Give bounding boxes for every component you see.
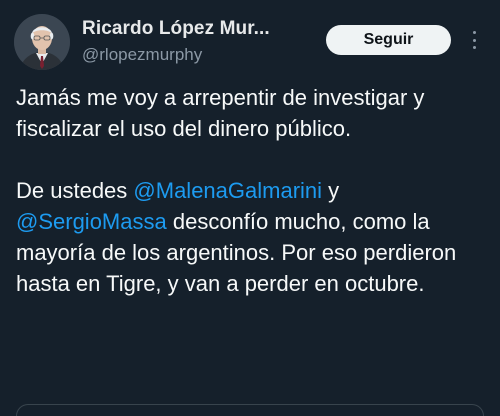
more-icon-dot (472, 46, 476, 49)
tweet-paragraph-2: De ustedes @MalenaGalmarini y @SergioMas… (16, 175, 486, 299)
author-display-name[interactable]: Ricardo López Mur... (82, 18, 270, 40)
more-icon[interactable] (466, 27, 482, 53)
more-icon-dot (472, 38, 476, 42)
paragraph-2-prefix: De ustedes (16, 178, 134, 203)
tweet-text: Jamás me voy a arrepentir de investigar … (16, 82, 486, 299)
avatar[interactable] (14, 14, 70, 70)
mention-sergio-massa[interactable]: @SergioMassa (16, 209, 167, 234)
tweet-paragraph-1: Jamás me voy a arrepentir de investigar … (16, 85, 425, 141)
quoted-card-edge (16, 404, 484, 416)
tweet-card: Ricardo López Mur... @rlopezmurphy Segui… (0, 0, 500, 416)
mention-malena-galmarini[interactable]: @MalenaGalmarini (133, 178, 322, 203)
follow-button[interactable]: Seguir (326, 25, 451, 55)
avatar-photo (14, 14, 70, 70)
paragraph-2-mid: y (322, 178, 340, 203)
author-handle[interactable]: @rlopezmurphy (82, 45, 202, 65)
more-icon-dot (472, 31, 476, 34)
